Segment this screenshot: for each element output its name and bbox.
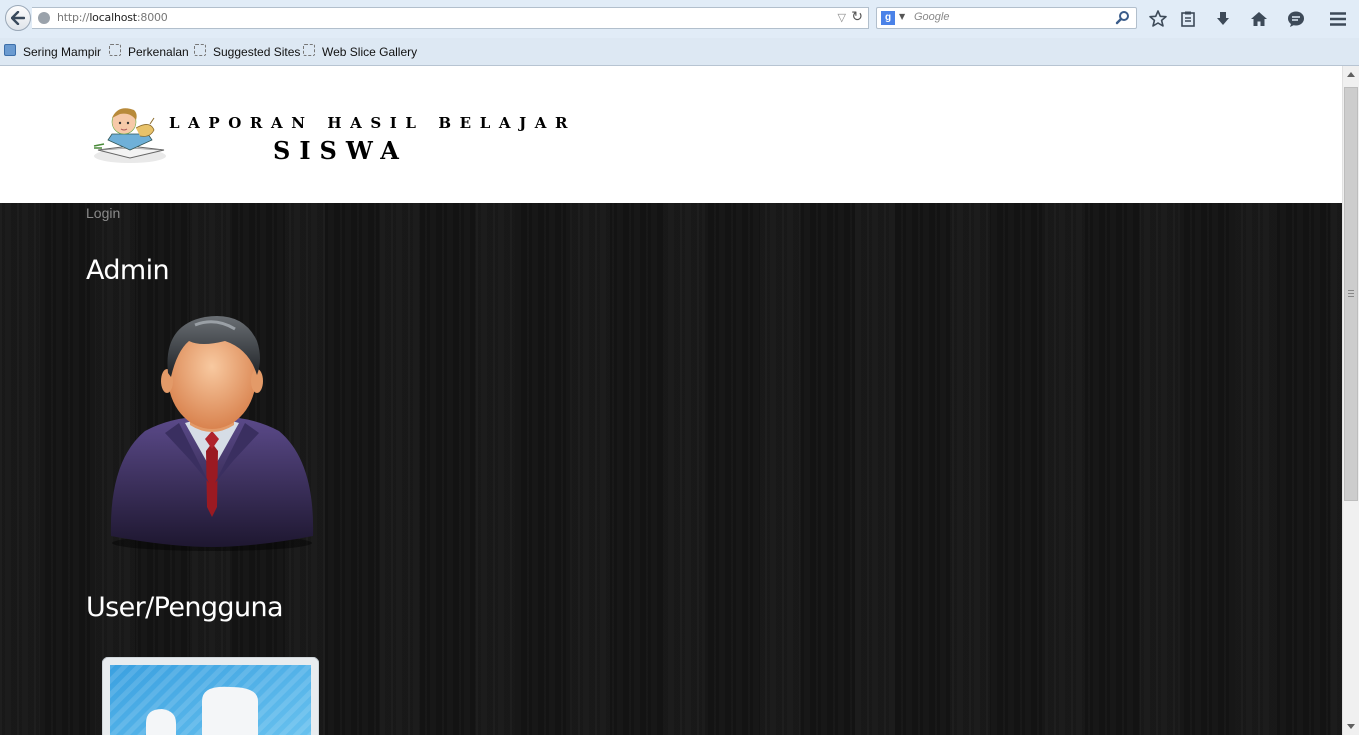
hamburger-menu-icon[interactable] xyxy=(1328,9,1348,29)
login-link[interactable]: Login xyxy=(86,205,120,221)
engine-caret-icon[interactable]: ▼ xyxy=(899,12,905,21)
admin-heading: Admin xyxy=(86,255,170,286)
star-icon[interactable] xyxy=(1148,9,1168,29)
bookmark-sering-mampir[interactable]: Sering Mampir xyxy=(23,45,101,59)
back-arrow-icon xyxy=(11,11,25,25)
url-text[interactable]: http://localhost:8000 xyxy=(57,11,168,24)
bookmark-suggested-sites[interactable]: Suggested Sites xyxy=(213,45,300,59)
bookmark-web-slice-gallery[interactable]: Web Slice Gallery xyxy=(322,45,417,59)
page-viewport: LAPORAN HASIL BELAJAR SISWA Login Admin xyxy=(0,66,1342,735)
reload-icon[interactable]: ↻ xyxy=(851,9,863,25)
site-title-line1: LAPORAN HASIL BELAJAR xyxy=(169,114,577,132)
bookmarks-toolbar: Sering Mampir Perkenalan Suggested Sites… xyxy=(0,38,1359,66)
site-title-line2: SISWA xyxy=(273,136,408,165)
student-reading-logo-icon xyxy=(93,108,166,163)
main-content: Login Admin User/Pengguna xyxy=(0,203,1342,735)
scroll-up-arrow-icon[interactable] xyxy=(1347,72,1355,77)
google-engine-icon[interactable]: g xyxy=(881,11,895,25)
chat-bubble-icon[interactable] xyxy=(1286,9,1306,29)
download-arrow-icon[interactable] xyxy=(1213,9,1233,29)
back-button[interactable] xyxy=(5,5,31,31)
scroll-down-arrow-icon[interactable] xyxy=(1347,724,1355,729)
vertical-scrollbar[interactable] xyxy=(1342,66,1359,735)
globe-icon xyxy=(38,12,50,24)
bookmark-page-icon xyxy=(4,44,16,56)
address-bar[interactable]: http://localhost:8000 ▽ ↻ xyxy=(32,7,869,29)
user-monitor-icon[interactable] xyxy=(102,657,319,735)
bookmark-folder-icon xyxy=(303,44,315,56)
admin-avatar-icon[interactable] xyxy=(105,311,320,551)
bookmark-folder-icon xyxy=(194,44,206,56)
browser-toolbar: http://localhost:8000 ▽ ↻ g ▼ Google xyxy=(0,0,1359,38)
bookmark-perkenalan[interactable]: Perkenalan xyxy=(128,45,189,59)
history-dropdown-icon[interactable]: ▽ xyxy=(838,11,846,24)
home-icon[interactable] xyxy=(1249,9,1269,29)
clipboard-icon[interactable] xyxy=(1178,9,1198,29)
search-bar[interactable]: g ▼ Google xyxy=(876,7,1137,29)
search-placeholder: Google xyxy=(914,11,950,23)
bookmark-folder-icon xyxy=(109,44,121,56)
user-heading: User/Pengguna xyxy=(86,592,284,623)
thumb-grip-icon xyxy=(1348,290,1354,297)
site-header: LAPORAN HASIL BELAJAR SISWA xyxy=(0,66,1342,203)
scrollbar-thumb[interactable] xyxy=(1344,87,1358,501)
magnifier-icon[interactable] xyxy=(1115,10,1130,29)
